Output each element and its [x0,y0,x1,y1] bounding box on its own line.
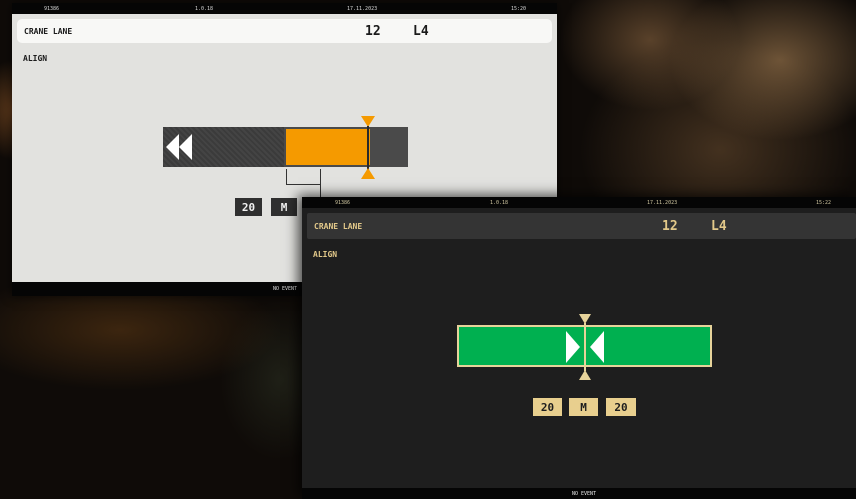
unit-chip: M [271,198,297,216]
connector-line [286,169,321,185]
mode-label: ALIGN [313,250,338,259]
distance-left-chip: 20 [533,398,562,416]
status-id: 91386 [44,6,60,12]
status-date: 17.11.2023 [347,6,378,12]
dark-screen: 91386 1.0.18 17.11.2023 15:22 CRANE LANE… [302,197,856,499]
rewind-icon [166,134,192,160]
status-time: 15:20 [511,6,527,12]
status-bar: 91386 1.0.18 17.11.2023 15:22 [302,197,856,208]
header-bar: CRANE LANE 12 L4 [307,213,856,239]
status-version: 1.0.18 [490,200,509,206]
header-number: 12 [365,23,381,39]
position-indicator [286,129,370,165]
unit-chip: M [569,398,598,416]
align-center-icon [566,314,604,380]
status-bar: 91386 1.0.18 17.11.2023 15:20 [12,3,557,14]
status-version: 1.0.18 [195,6,214,12]
header-lane: L4 [711,218,727,234]
status-time: 15:22 [816,200,832,206]
header-bar: CRANE LANE 12 L4 [17,19,552,43]
distance-right-chip: 20 [606,398,636,416]
mode-label: ALIGN [23,54,48,63]
status-date: 17.11.2023 [647,200,678,206]
position-marker-icon [361,116,375,179]
header-number: 12 [662,218,678,234]
header-lane: L4 [413,23,429,39]
header-title: CRANE LANE [314,221,363,231]
footer-bar: NO EVENT [302,488,856,499]
distance-chip: 20 [235,198,262,216]
header-title: CRANE LANE [24,26,73,36]
status-id: 91386 [335,200,351,206]
event-status: NO EVENT [572,491,597,497]
event-status: NO EVENT [273,286,298,292]
